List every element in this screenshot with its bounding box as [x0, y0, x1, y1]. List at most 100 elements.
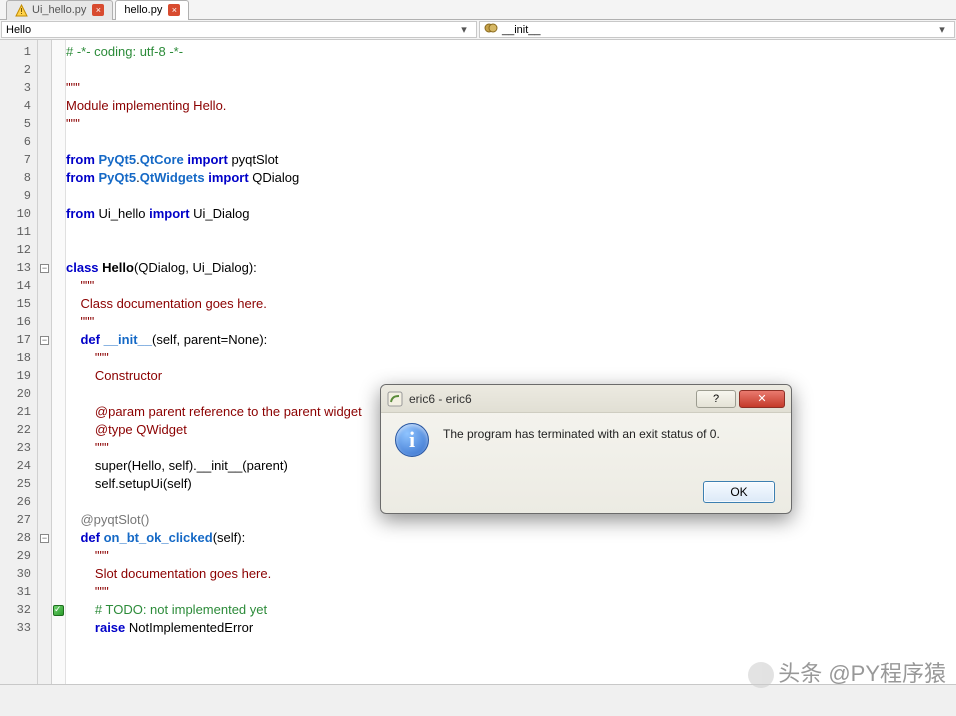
help-button[interactable]: ? — [696, 390, 736, 408]
code-line[interactable]: class Hello(QDialog, Ui_Dialog): — [66, 259, 956, 277]
line-number: 27 — [0, 511, 37, 529]
code-editor[interactable]: 1234567891011121314151617181920212223242… — [0, 40, 956, 700]
marker-cell — [52, 583, 65, 601]
line-number: 15 — [0, 295, 37, 313]
fold-cell — [38, 133, 51, 151]
fold-cell — [38, 511, 51, 529]
line-number: 17 — [0, 331, 37, 349]
code-line[interactable]: """ — [66, 79, 956, 97]
fold-cell — [38, 43, 51, 61]
code-line[interactable] — [66, 223, 956, 241]
code-line[interactable]: Class documentation goes here. — [66, 295, 956, 313]
code-line[interactable]: """ — [66, 583, 956, 601]
navigation-bar: Hello ▾ __init__ ▾ — [0, 20, 956, 40]
code-line[interactable] — [66, 61, 956, 79]
line-number: 23 — [0, 439, 37, 457]
fold-cell[interactable]: − — [38, 529, 51, 547]
fold-cell — [38, 295, 51, 313]
code-line[interactable]: Module implementing Hello. — [66, 97, 956, 115]
line-number: 19 — [0, 367, 37, 385]
fold-cell[interactable]: − — [38, 331, 51, 349]
marker-cell — [52, 457, 65, 475]
watermark: 头条 @PY程序猿 — [748, 656, 946, 688]
marker-cell — [52, 259, 65, 277]
fold-cell — [38, 169, 51, 187]
line-number: 10 — [0, 205, 37, 223]
warning-icon — [15, 4, 28, 17]
marker-cell — [52, 331, 65, 349]
code-line[interactable]: # TODO: not implemented yet — [66, 601, 956, 619]
close-icon[interactable]: × — [168, 4, 180, 16]
marker-cell — [52, 241, 65, 259]
fold-cell — [38, 223, 51, 241]
marker-cell — [52, 367, 65, 385]
line-number: 32 — [0, 601, 37, 619]
fold-cell — [38, 547, 51, 565]
code-line[interactable] — [66, 187, 956, 205]
fold-cell — [38, 277, 51, 295]
fold-toggle[interactable]: − — [40, 336, 49, 345]
fold-cell — [38, 151, 51, 169]
line-number: 26 — [0, 493, 37, 511]
code-line[interactable]: """ — [66, 277, 956, 295]
line-number: 3 — [0, 79, 37, 97]
code-line[interactable]: # -*- coding: utf-8 -*- — [66, 43, 956, 61]
marker-cell — [52, 421, 65, 439]
code-line[interactable]: Slot documentation goes here. — [66, 565, 956, 583]
fold-cell — [38, 439, 51, 457]
fold-cell — [38, 385, 51, 403]
code-line[interactable]: raise NotImplementedError — [66, 619, 956, 637]
code-line[interactable]: def __init__(self, parent=None): — [66, 331, 956, 349]
bookmark-icon — [53, 605, 64, 616]
fold-cell — [38, 457, 51, 475]
line-number: 11 — [0, 223, 37, 241]
tab-label: Ui_hello.py — [32, 4, 86, 16]
marker-cell — [52, 295, 65, 313]
class-selector-value: Hello — [6, 24, 31, 36]
marker-cell — [52, 511, 65, 529]
line-number: 30 — [0, 565, 37, 583]
fold-cell — [38, 115, 51, 133]
fold-cell — [38, 601, 51, 619]
fold-cell[interactable]: − — [38, 259, 51, 277]
fold-toggle[interactable]: − — [40, 264, 49, 273]
code-line[interactable]: Constructor — [66, 367, 956, 385]
marker-cell — [52, 133, 65, 151]
dialog-titlebar[interactable]: eric6 - eric6 ? ✕ — [381, 385, 791, 413]
tab-ui-hello[interactable]: Ui_hello.py × — [6, 0, 113, 20]
tab-hello[interactable]: hello.py × — [115, 0, 189, 20]
marker-cell — [52, 97, 65, 115]
code-line[interactable]: """ — [66, 115, 956, 133]
line-number: 13 — [0, 259, 37, 277]
class-selector[interactable]: Hello ▾ — [1, 21, 477, 38]
line-number: 2 — [0, 61, 37, 79]
chevron-down-icon[interactable]: ▾ — [934, 23, 950, 36]
code-line[interactable]: """ — [66, 313, 956, 331]
member-selector[interactable]: __init__ ▾ — [479, 21, 955, 38]
line-number: 33 — [0, 619, 37, 637]
code-line[interactable]: """ — [66, 547, 956, 565]
code-line[interactable]: def on_bt_ok_clicked(self): — [66, 529, 956, 547]
marker-cell — [52, 403, 65, 421]
code-line[interactable] — [66, 241, 956, 259]
dialog-message: The program has terminated with an exit … — [443, 423, 720, 441]
code-line[interactable]: """ — [66, 349, 956, 367]
close-icon[interactable]: × — [92, 4, 104, 16]
code-line[interactable]: from Ui_hello import Ui_Dialog — [66, 205, 956, 223]
line-number: 4 — [0, 97, 37, 115]
line-number: 8 — [0, 169, 37, 187]
line-number-gutter: 1234567891011121314151617181920212223242… — [0, 40, 38, 700]
code-line[interactable]: from PyQt5.QtWidgets import QDialog — [66, 169, 956, 187]
marker-cell — [52, 205, 65, 223]
message-dialog: eric6 - eric6 ? ✕ i The program has term… — [380, 384, 792, 514]
code-line[interactable]: from PyQt5.QtCore import pyqtSlot — [66, 151, 956, 169]
fold-toggle[interactable]: − — [40, 534, 49, 543]
ok-button[interactable]: OK — [703, 481, 775, 503]
code-content[interactable]: # -*- coding: utf-8 -*-"""Module impleme… — [66, 40, 956, 700]
marker-cell — [52, 601, 65, 619]
code-line[interactable] — [66, 133, 956, 151]
chevron-down-icon[interactable]: ▾ — [456, 23, 472, 36]
fold-cell — [38, 241, 51, 259]
marker-cell — [52, 547, 65, 565]
close-button[interactable]: ✕ — [739, 390, 785, 408]
